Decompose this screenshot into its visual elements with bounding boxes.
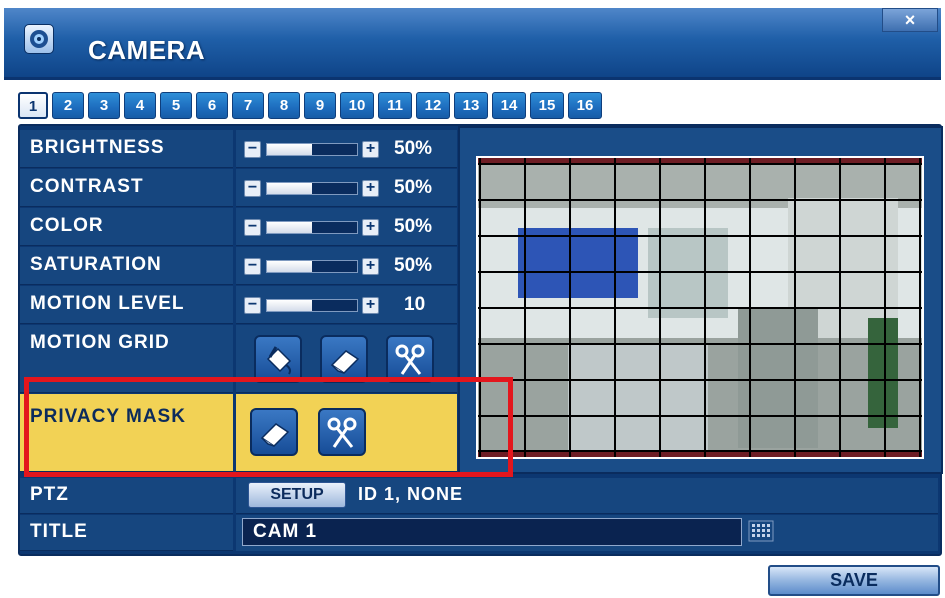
motion-level-slider[interactable]: − + <box>244 297 384 314</box>
color-track[interactable] <box>266 221 358 234</box>
tab-channel-5[interactable]: 5 <box>160 92 192 119</box>
saturation-increase-button[interactable]: + <box>362 258 379 275</box>
tab-channel-15[interactable]: 15 <box>530 92 564 119</box>
tab-channel-7[interactable]: 7 <box>232 92 264 119</box>
motion-level-control: − + 10 <box>236 286 457 324</box>
color-value: 50% <box>394 216 433 237</box>
contrast-slider[interactable]: − + <box>244 180 384 197</box>
tab-channel-13[interactable]: 13 <box>454 92 488 119</box>
ptz-control: SETUP ID 1, NONE <box>236 478 938 514</box>
tab-channel-9[interactable]: 9 <box>304 92 336 119</box>
tab-channel-12[interactable]: 12 <box>416 92 450 119</box>
highlight-annotation-box <box>24 377 513 477</box>
close-button[interactable]: × <box>882 8 938 32</box>
tab-channel-2[interactable]: 2 <box>52 92 84 119</box>
motion-level-track[interactable] <box>266 299 358 312</box>
motion-grid-overlay[interactable] <box>478 158 922 457</box>
brightness-track[interactable] <box>266 143 358 156</box>
ptz-setup-button[interactable]: SETUP <box>248 482 346 508</box>
saturation-label: SATURATION <box>20 247 233 285</box>
motion-level-increase-button[interactable]: + <box>362 297 379 314</box>
color-slider[interactable]: − + <box>244 219 384 236</box>
contrast-fill <box>267 183 312 194</box>
contrast-label: CONTRAST <box>20 169 233 207</box>
contrast-track[interactable] <box>266 182 358 195</box>
preview-frame <box>476 156 924 459</box>
contrast-value: 50% <box>394 177 433 198</box>
color-control: − + 50% <box>236 208 457 246</box>
tab-channel-10[interactable]: 10 <box>340 92 374 119</box>
title-input[interactable]: CAM 1 <box>242 518 742 546</box>
motion-level-label: MOTION LEVEL <box>20 286 233 324</box>
motion-grid-fill-button[interactable] <box>254 335 302 383</box>
saturation-value: 50% <box>394 255 433 276</box>
contrast-control: − + 50% <box>236 169 457 207</box>
camera-icon <box>24 24 54 54</box>
brightness-decrease-button[interactable]: − <box>244 141 261 158</box>
title-label: TITLE <box>20 515 233 551</box>
brightness-control: − + 50% <box>236 130 457 168</box>
saturation-slider[interactable]: − + <box>244 258 384 275</box>
keyboard-icon[interactable] <box>748 520 774 542</box>
saturation-track[interactable] <box>266 260 358 273</box>
brightness-label: BRIGHTNESS <box>20 130 233 168</box>
camera-preview <box>458 126 943 474</box>
contrast-decrease-button[interactable]: − <box>244 180 261 197</box>
scissors-icon <box>395 344 425 375</box>
page-title: CAMERA <box>88 35 206 65</box>
saturation-decrease-button[interactable]: − <box>244 258 261 275</box>
motion-level-value: 10 <box>404 294 426 315</box>
brightness-fill <box>267 144 312 155</box>
tab-channel-8[interactable]: 8 <box>268 92 300 119</box>
saturation-fill <box>267 261 312 272</box>
paint-bucket-icon <box>266 346 292 375</box>
tab-channel-1[interactable]: 1 <box>18 92 48 119</box>
ptz-label: PTZ <box>20 478 233 514</box>
saturation-control: − + 50% <box>236 247 457 285</box>
save-button[interactable]: SAVE <box>768 565 940 596</box>
tab-channel-4[interactable]: 4 <box>124 92 156 119</box>
color-label: COLOR <box>20 208 233 246</box>
title-bar: CAMERA × <box>4 8 941 80</box>
tab-channel-11[interactable]: 11 <box>378 92 412 119</box>
motion-grid-cut-button[interactable] <box>386 335 434 383</box>
brightness-increase-button[interactable]: + <box>362 141 379 158</box>
eraser-icon <box>330 350 360 374</box>
brightness-slider[interactable]: − + <box>244 141 384 158</box>
tab-channel-3[interactable]: 3 <box>88 92 120 119</box>
motion-level-decrease-button[interactable]: − <box>244 297 261 314</box>
motion-level-fill <box>267 300 312 311</box>
color-decrease-button[interactable]: − <box>244 219 261 236</box>
brightness-value: 50% <box>394 138 433 159</box>
ptz-info: ID 1, NONE <box>358 484 464 504</box>
tab-channel-14[interactable]: 14 <box>492 92 526 119</box>
contrast-increase-button[interactable]: + <box>362 180 379 197</box>
color-fill <box>267 222 312 233</box>
color-increase-button[interactable]: + <box>362 219 379 236</box>
tab-channel-6[interactable]: 6 <box>196 92 228 119</box>
motion-grid-erase-button[interactable] <box>320 335 368 383</box>
tab-channel-16[interactable]: 16 <box>568 92 602 119</box>
